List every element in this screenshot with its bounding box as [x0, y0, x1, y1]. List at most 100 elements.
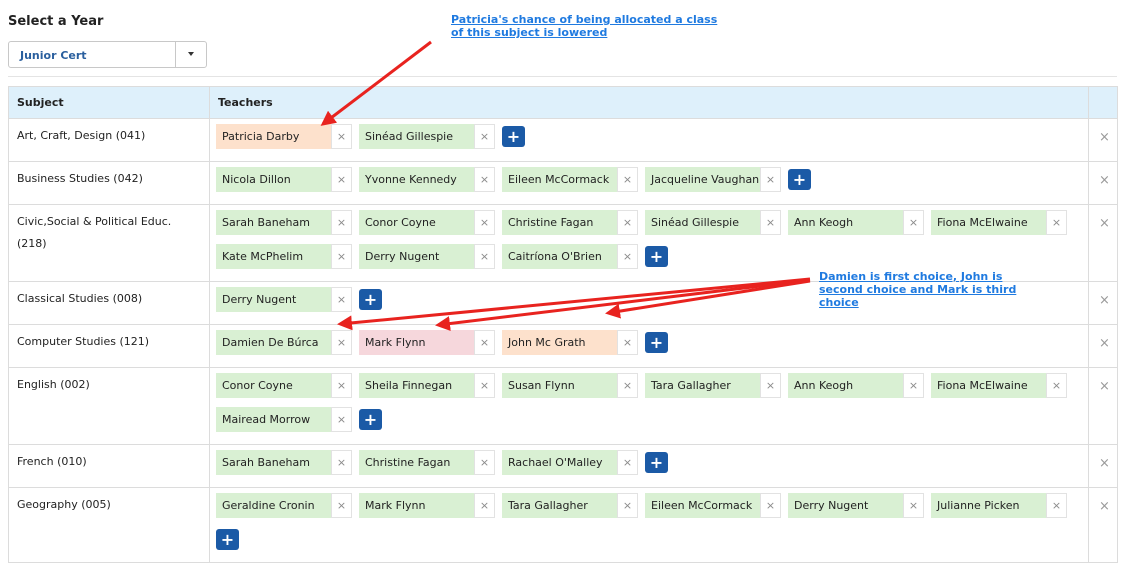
teacher-tag: Rachael O'Malley ×: [502, 450, 638, 475]
remove-teacher-icon[interactable]: ×: [760, 167, 781, 192]
teacher-tag: Conor Coyne ×: [216, 373, 352, 398]
row-actions-cell: ×: [1088, 118, 1118, 162]
remove-subject-icon[interactable]: ×: [1099, 174, 1110, 187]
teacher-tag: Mark Flynn ×: [359, 330, 495, 355]
remove-teacher-icon[interactable]: ×: [331, 373, 352, 398]
remove-teacher-icon[interactable]: ×: [331, 210, 352, 235]
remove-teacher-icon[interactable]: ×: [331, 407, 352, 432]
remove-teacher-icon[interactable]: ×: [617, 210, 638, 235]
remove-teacher-icon[interactable]: ×: [331, 493, 352, 518]
remove-teacher-icon[interactable]: ×: [331, 330, 352, 355]
teacher-tag: Derry Nugent ×: [788, 493, 924, 518]
teacher-tag-list: Patricia Darby × Sinéad Gillespie × +: [216, 124, 1088, 158]
teacher-name: Derry Nugent: [222, 293, 297, 306]
remove-teacher-icon[interactable]: ×: [760, 493, 781, 518]
teacher-name: Tara Gallagher: [508, 499, 588, 512]
table-row: English (002) Conor Coyne × Sheila Finnegan…: [8, 367, 1118, 445]
teacher-name: Christine Fagan: [508, 216, 594, 229]
remove-teacher-icon[interactable]: ×: [331, 124, 352, 149]
remove-subject-icon[interactable]: ×: [1099, 217, 1110, 230]
remove-teacher-icon[interactable]: ×: [1046, 373, 1067, 398]
select-year-label: Select a Year: [8, 14, 104, 29]
remove-teacher-icon[interactable]: ×: [617, 244, 638, 269]
remove-teacher-icon[interactable]: ×: [903, 493, 924, 518]
remove-teacher-icon[interactable]: ×: [617, 493, 638, 518]
teacher-name: Ann Keogh: [794, 216, 854, 229]
teacher-name: Fiona McElwaine: [937, 379, 1028, 392]
remove-subject-icon[interactable]: ×: [1099, 294, 1110, 307]
teacher-name: Damien De Búrca: [222, 336, 319, 349]
remove-subject-icon[interactable]: ×: [1099, 337, 1110, 350]
teacher-name: Julianne Picken: [937, 499, 1020, 512]
teacher-tag: Christine Fagan ×: [502, 210, 638, 235]
remove-teacher-icon[interactable]: ×: [760, 210, 781, 235]
remove-subject-icon[interactable]: ×: [1099, 500, 1110, 513]
remove-teacher-icon[interactable]: ×: [474, 244, 495, 269]
row-actions-cell: ×: [1088, 161, 1118, 205]
teacher-tag: Yvonne Kennedy ×: [359, 167, 495, 192]
annotation-choices: Damien is first choice, John is second c…: [819, 270, 1017, 309]
teacher-name: Eileen McCormack: [508, 173, 610, 186]
remove-teacher-icon[interactable]: ×: [474, 373, 495, 398]
add-teacher-button[interactable]: +: [645, 246, 668, 267]
remove-subject-icon[interactable]: ×: [1099, 131, 1110, 144]
teacher-tag: Jacqueline Vaughan ×: [645, 167, 781, 192]
teacher-name: Mark Flynn: [365, 499, 426, 512]
remove-teacher-icon[interactable]: ×: [331, 167, 352, 192]
teacher-tag: Fiona McElwaine ×: [931, 373, 1067, 398]
teacher-tag-list: Conor Coyne × Sheila Finnegan × Susan Flynn ×…: [216, 373, 1088, 441]
remove-teacher-icon[interactable]: ×: [1046, 493, 1067, 518]
teacher-tag: Kate McPhelim ×: [216, 244, 352, 269]
teacher-name: Tara Gallagher: [651, 379, 731, 392]
remove-teacher-icon[interactable]: ×: [474, 124, 495, 149]
remove-teacher-icon[interactable]: ×: [617, 373, 638, 398]
teacher-tag: Tara Gallagher ×: [502, 493, 638, 518]
row-actions-cell: ×: [1088, 367, 1118, 445]
teacher-tag: Caitríona O'Brien ×: [502, 244, 638, 269]
subject-name: Business Studies (042): [8, 161, 210, 205]
add-teacher-button[interactable]: +: [359, 409, 382, 430]
year-select[interactable]: Junior Cert: [8, 41, 207, 68]
add-teacher-button[interactable]: +: [359, 289, 382, 310]
remove-teacher-icon[interactable]: ×: [331, 450, 352, 475]
remove-teacher-icon[interactable]: ×: [474, 210, 495, 235]
remove-teacher-icon[interactable]: ×: [474, 450, 495, 475]
add-teacher-button[interactable]: +: [645, 332, 668, 353]
teachers-column-header: Teachers: [209, 86, 1089, 119]
add-teacher-button[interactable]: +: [645, 452, 668, 473]
teacher-name: Nicola Dillon: [222, 173, 291, 186]
caret-down-icon: [188, 52, 194, 56]
teacher-name: Caitríona O'Brien: [508, 250, 602, 263]
add-teacher-button[interactable]: +: [216, 529, 239, 550]
divider: [8, 76, 1117, 77]
teacher-tag: Ann Keogh ×: [788, 210, 924, 235]
remove-subject-icon[interactable]: ×: [1099, 380, 1110, 393]
remove-teacher-icon[interactable]: ×: [617, 450, 638, 475]
remove-teacher-icon[interactable]: ×: [331, 244, 352, 269]
teacher-tag: Eileen McCormack ×: [645, 493, 781, 518]
teacher-name: Sinéad Gillespie: [365, 130, 453, 143]
remove-teacher-icon[interactable]: ×: [617, 167, 638, 192]
remove-teacher-icon[interactable]: ×: [331, 287, 352, 312]
remove-teacher-icon[interactable]: ×: [903, 210, 924, 235]
remove-teacher-icon[interactable]: ×: [474, 167, 495, 192]
actions-column-header: [1088, 86, 1118, 119]
remove-teacher-icon[interactable]: ×: [1046, 210, 1067, 235]
teacher-name: Mark Flynn: [365, 336, 426, 349]
teacher-tag-list: Sarah Baneham × Conor Coyne × Christine Faga…: [216, 210, 1088, 278]
teacher-tag: Sarah Baneham ×: [216, 210, 352, 235]
remove-teacher-icon[interactable]: ×: [760, 373, 781, 398]
subject-teachers-table: Subject Teachers Art, Craft, Design (041…: [8, 86, 1118, 563]
add-teacher-button[interactable]: +: [502, 126, 525, 147]
remove-teacher-icon[interactable]: ×: [903, 373, 924, 398]
teachers-cell: Damien De Búrca × Mark Flynn × John Mc Grath…: [209, 324, 1089, 368]
teacher-name: Mairead Morrow: [222, 413, 311, 426]
remove-teacher-icon[interactable]: ×: [474, 330, 495, 355]
year-select-toggle[interactable]: [175, 42, 206, 67]
teacher-tag: Eileen McCormack ×: [502, 167, 638, 192]
teachers-cell: Conor Coyne × Sheila Finnegan × Susan Flynn ×…: [209, 367, 1089, 445]
remove-teacher-icon[interactable]: ×: [474, 493, 495, 518]
add-teacher-button[interactable]: +: [788, 169, 811, 190]
remove-subject-icon[interactable]: ×: [1099, 457, 1110, 470]
remove-teacher-icon[interactable]: ×: [617, 330, 638, 355]
